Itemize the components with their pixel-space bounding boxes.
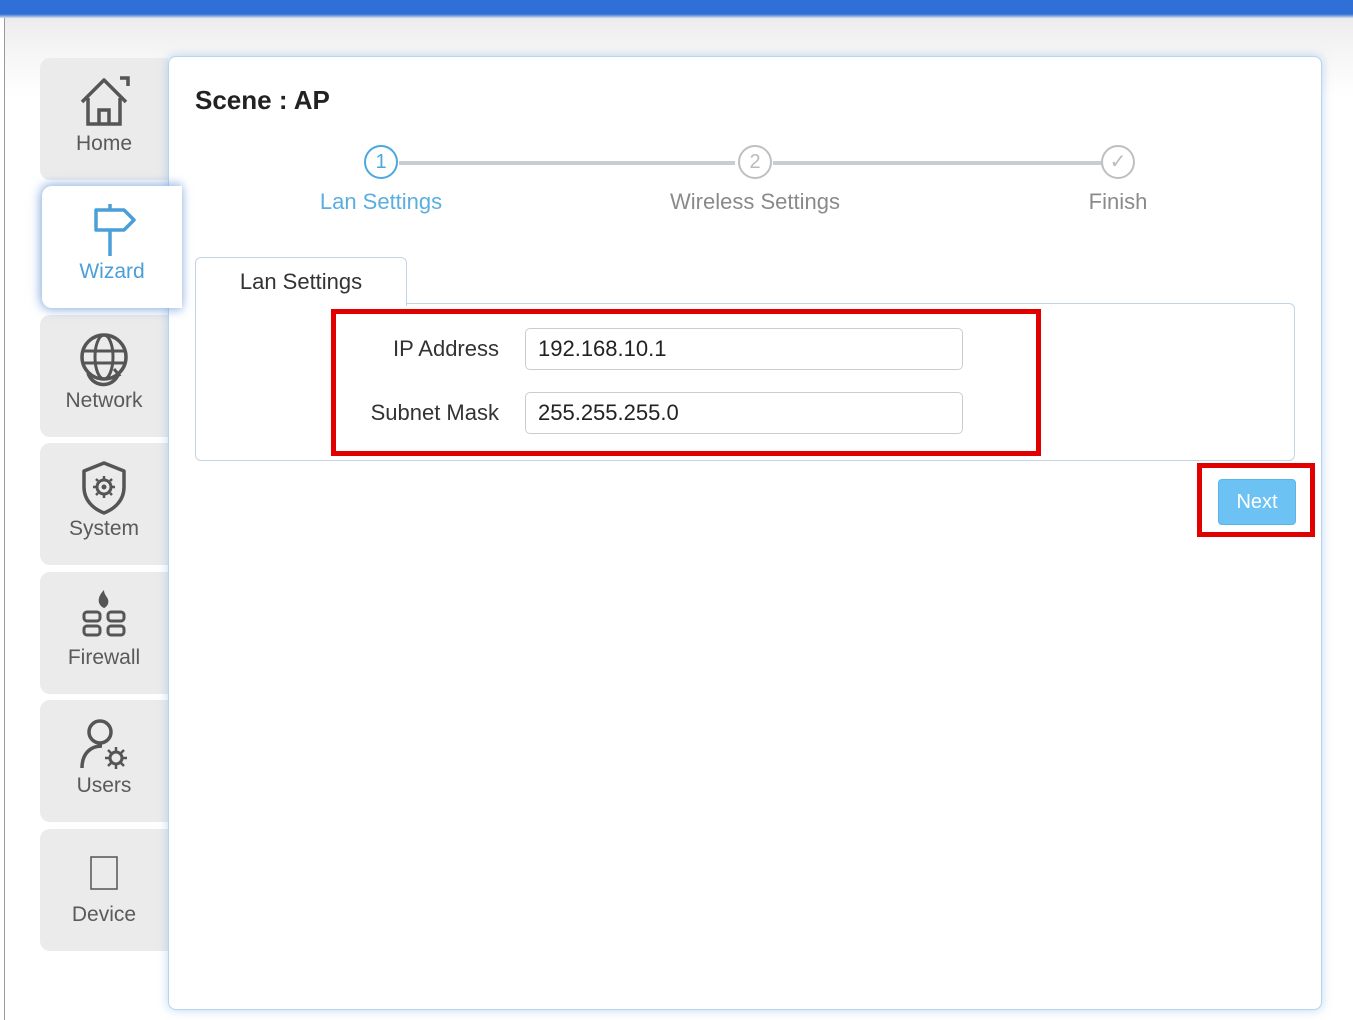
shield-gear-icon [82,461,126,515]
sidebar-item-label: Users [76,774,132,797]
step-1-indicator: 1 [364,145,398,179]
sidebar-item-label: Device [71,903,137,926]
user-gear-icon [80,719,127,769]
step-label-lan-settings: Lan Settings [319,189,443,214]
lan-settings-form [195,303,1295,461]
ip-address-label: IP Address [393,336,499,361]
sidebar-item-firewall[interactable]: Firewall [40,572,168,694]
ip-address-field[interactable] [525,328,963,370]
next-button[interactable]: Next [1218,479,1296,525]
step-label-wireless-settings: Wireless Settings [670,189,840,214]
wizard-panel: Scene : AP 1 2 ✓ Lan Settings Wireless S… [168,56,1322,1010]
sidebar-item-label: System [68,517,139,540]
firewall-icon [82,590,126,637]
subnet-mask-label: Subnet Mask [370,400,499,425]
step-label-finish: Finish [1088,189,1148,214]
step-2-indicator: 2 [738,145,772,179]
browser-top-bar [0,0,1353,18]
globe-sync-icon [80,333,128,387]
subnet-mask-field[interactable] [525,392,963,434]
home-icon [80,76,130,126]
device-icon [90,856,118,890]
sidebar-item-device[interactable]: Device [40,829,168,951]
sidebar-item-label: Network [65,389,143,412]
sidebar-item-users[interactable]: Users [40,700,168,822]
sidebar-item-label: Firewall [67,646,141,669]
signpost-icon [94,204,136,256]
step-connector [773,161,1101,165]
sidebar-item-home[interactable]: Home [40,58,168,180]
page-title: Scene : AP [195,85,330,115]
sidebar-item-network[interactable]: Network [40,315,168,437]
tab-lan-settings[interactable]: Lan Settings [195,257,407,306]
sidebar-item-system[interactable]: System [40,443,168,565]
step-connector [399,161,735,165]
sidebar-item-label: Home [75,132,133,155]
step-finish-indicator: ✓ [1101,145,1135,179]
sidebar-item-label: Wizard [79,260,145,283]
sidebar-item-wizard[interactable]: Wizard [42,186,182,308]
check-icon: ✓ [1109,151,1127,173]
